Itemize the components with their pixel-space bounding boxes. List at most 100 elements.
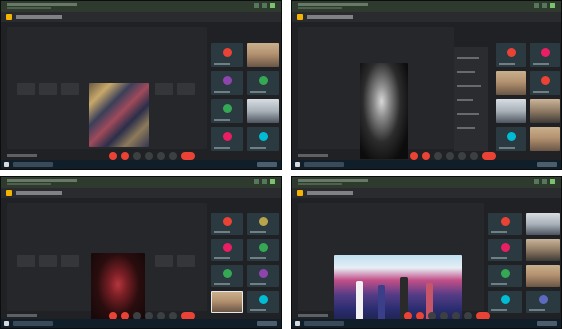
participant-tile[interactable]	[247, 265, 279, 287]
window-titlebar	[292, 177, 561, 188]
participant-tile[interactable]	[211, 99, 243, 123]
start-icon[interactable]	[4, 321, 9, 326]
participant-video[interactable]	[530, 99, 560, 123]
participant-tile[interactable]	[247, 213, 279, 235]
participant-tile[interactable]	[530, 71, 560, 95]
participant-tile[interactable]	[247, 239, 279, 261]
participant-tile[interactable]	[526, 291, 560, 313]
participant-video[interactable]	[247, 43, 279, 67]
participant-label	[491, 309, 507, 311]
participant-video[interactable]	[526, 239, 560, 261]
maximize-icon[interactable]	[542, 179, 547, 184]
taskbar-search[interactable]	[304, 162, 344, 167]
close-icon[interactable]	[550, 3, 555, 8]
side-panel-item[interactable]	[457, 99, 473, 101]
person-figure	[356, 281, 363, 321]
meet-logo-icon	[297, 190, 303, 196]
window-subtitle	[298, 183, 342, 185]
more-options-button[interactable]	[169, 152, 177, 160]
side-panel-item[interactable]	[457, 71, 475, 73]
camera-off-button[interactable]	[121, 152, 129, 160]
end-call-button[interactable]	[181, 152, 195, 160]
maximize-icon[interactable]	[262, 179, 267, 184]
participant-video[interactable]	[496, 71, 526, 95]
taskbar-search[interactable]	[13, 162, 53, 167]
participant-tile[interactable]	[247, 127, 279, 151]
taskbar-search[interactable]	[304, 321, 344, 326]
call-controls	[109, 152, 195, 160]
minimize-icon[interactable]	[534, 3, 539, 8]
participant-tile[interactable]	[488, 291, 522, 313]
main-video-feed[interactable]	[360, 63, 408, 159]
side-panel-item[interactable]	[457, 85, 481, 87]
close-icon[interactable]	[270, 3, 275, 8]
participant-video[interactable]	[211, 291, 243, 313]
raise-hand-button[interactable]	[458, 152, 466, 160]
close-icon[interactable]	[270, 179, 275, 184]
participant-label	[533, 63, 549, 65]
more-options-button[interactable]	[470, 152, 478, 160]
participant-video[interactable]	[496, 99, 526, 123]
participant-video[interactable]	[526, 213, 560, 235]
present-button[interactable]	[145, 152, 153, 160]
system-tray[interactable]	[537, 162, 557, 167]
avatar	[258, 295, 268, 305]
minimize-icon[interactable]	[534, 179, 539, 184]
end-call-button[interactable]	[482, 152, 496, 160]
mic-off-button[interactable]	[410, 152, 418, 160]
system-tray[interactable]	[537, 321, 557, 326]
main-video-feed[interactable]	[89, 83, 149, 147]
minimize-icon[interactable]	[254, 3, 259, 8]
maximize-icon[interactable]	[262, 3, 267, 8]
participant-tile[interactable]	[211, 71, 243, 95]
taskbar	[1, 319, 281, 328]
participant-tile[interactable]	[496, 127, 526, 151]
maximize-icon[interactable]	[542, 3, 547, 8]
meeting-time	[298, 314, 328, 317]
participant-tile[interactable]	[496, 43, 526, 67]
participant-video[interactable]	[526, 265, 560, 287]
meeting-header	[1, 188, 281, 198]
present-button[interactable]	[446, 152, 454, 160]
participant-label	[214, 283, 230, 285]
start-icon[interactable]	[295, 162, 300, 167]
start-icon[interactable]	[4, 162, 9, 167]
side-panel-item[interactable]	[457, 57, 479, 59]
side-panel-item[interactable]	[457, 127, 475, 129]
avatar	[500, 217, 510, 227]
participant-tile[interactable]	[247, 71, 279, 95]
side-panel	[454, 47, 488, 151]
participant-tile[interactable]	[488, 239, 522, 261]
participant-tile[interactable]	[211, 127, 243, 151]
start-icon[interactable]	[295, 321, 300, 326]
system-tray[interactable]	[257, 321, 277, 326]
camera-off-button[interactable]	[422, 152, 430, 160]
meeting-header	[1, 12, 281, 22]
participant-tile[interactable]	[247, 291, 279, 313]
mic-off-button[interactable]	[109, 152, 117, 160]
participant-tile[interactable]	[211, 239, 243, 261]
avatar	[500, 243, 510, 253]
participant-tile[interactable]	[211, 265, 243, 287]
minimize-icon[interactable]	[254, 179, 259, 184]
participant-video[interactable]	[247, 99, 279, 123]
system-tray[interactable]	[257, 162, 277, 167]
participant-tile[interactable]	[488, 265, 522, 287]
side-panel-item[interactable]	[457, 113, 479, 115]
meeting-header	[292, 12, 561, 22]
window-titlebar	[1, 1, 281, 12]
participant-tile[interactable]	[211, 43, 243, 67]
meeting-header	[292, 188, 561, 198]
participant-tile[interactable]	[488, 213, 522, 235]
captions-button[interactable]	[133, 152, 141, 160]
participant-tile[interactable]	[530, 43, 560, 67]
placeholder-tile	[155, 255, 173, 267]
taskbar-search[interactable]	[13, 321, 53, 326]
person-figure	[378, 285, 385, 321]
participant-video[interactable]	[530, 127, 560, 151]
window-title	[7, 3, 77, 6]
raise-hand-button[interactable]	[157, 152, 165, 160]
captions-button[interactable]	[434, 152, 442, 160]
participant-tile[interactable]	[211, 213, 243, 235]
close-icon[interactable]	[550, 179, 555, 184]
